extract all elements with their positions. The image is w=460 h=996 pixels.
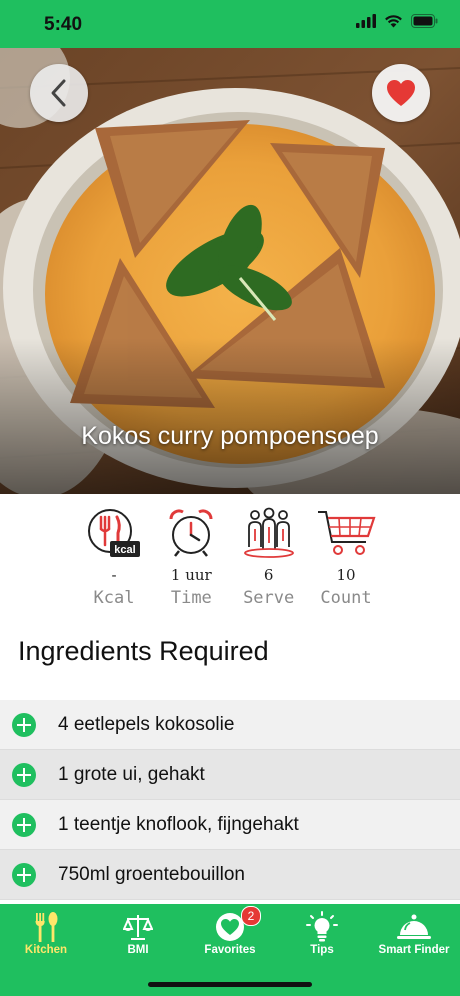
svg-text:kcal: kcal: [114, 544, 135, 556]
ingredient-text: 750ml groentebouillon: [58, 863, 245, 885]
ingredients-title: Ingredients Required: [18, 636, 269, 666]
chevron-left-icon: [51, 79, 66, 107]
list-item[interactable]: 1 teentje knoflook, fijngehakt: [0, 800, 460, 850]
battery-icon: [411, 14, 438, 28]
scale-icon: [123, 915, 153, 940]
signal-icon: [356, 14, 376, 28]
stat-value: 1 uur: [170, 566, 212, 584]
favorite-button[interactable]: [372, 64, 430, 122]
stat-label: Kcal: [93, 588, 135, 608]
ingredient-text: 4 eetlepels kokosolie: [58, 713, 235, 735]
cart-icon: [317, 511, 376, 555]
tab-favorites[interactable]: 2 Favorites: [184, 904, 276, 964]
tab-bmi[interactable]: BMI: [92, 904, 184, 964]
tab-label: Favorites: [204, 944, 256, 956]
recipe-image: Kokos curry pompoensoep: [0, 48, 460, 494]
kcal-icon: kcal: [88, 509, 140, 557]
tab-kitchen[interactable]: Kitchen: [0, 904, 92, 964]
recipe-stats: kcal - Kcal 1 uur Time 6 Serve 10 Count: [80, 506, 380, 616]
stat-label: Count: [320, 588, 372, 608]
plus-icon[interactable]: [12, 712, 36, 737]
stat-value: 10: [336, 566, 356, 584]
stat-serve: 6 Serve: [235, 506, 303, 616]
tab-label: BMI: [127, 944, 149, 956]
heart-icon: [387, 80, 415, 106]
list-item[interactable]: 750ml groentebouillon: [0, 850, 460, 900]
stat-time: 1 uur Time: [157, 506, 225, 616]
tab-tips[interactable]: Tips: [276, 904, 368, 964]
recipe-title: Kokos curry pompoensoep: [81, 422, 379, 450]
wifi-icon: [385, 15, 402, 28]
cloche-icon: [397, 914, 431, 939]
favorites-badge: 2: [241, 906, 261, 926]
ingredient-text: 1 teentje knoflook, fijngehakt: [58, 813, 299, 835]
tab-label: Smart Finder: [378, 944, 450, 956]
stat-label: Serve: [243, 588, 295, 608]
status-time: 5:40: [44, 14, 83, 35]
stat-kcal: kcal - Kcal: [80, 506, 148, 616]
stat-value: 6: [263, 566, 274, 584]
plus-icon[interactable]: [12, 812, 36, 837]
home-indicator[interactable]: [148, 982, 312, 987]
people-icon: [243, 507, 294, 558]
back-button[interactable]: [30, 64, 88, 122]
alarm-clock-icon: [169, 509, 213, 557]
plus-icon[interactable]: [12, 862, 36, 887]
tab-bar: Kitchen BMI 2 Favorites Tips Smart Finde…: [0, 904, 460, 996]
list-item[interactable]: 4 eetlepels kokosolie: [0, 700, 460, 750]
tab-smart-finder[interactable]: Smart Finder: [368, 904, 460, 964]
stat-label: Time: [170, 588, 212, 608]
status-bar: 5:40: [0, 0, 460, 48]
ingredients-list: 4 eetlepels kokosolie 1 grote ui, gehakt…: [0, 700, 460, 900]
fork-spoon-icon: [35, 912, 58, 942]
list-item[interactable]: 1 grote ui, gehakt: [0, 750, 460, 800]
tab-label: Kitchen: [24, 944, 68, 956]
status-icons: [356, 14, 438, 28]
stat-value: -: [111, 566, 117, 584]
plus-icon[interactable]: [12, 762, 36, 787]
stat-count: 10 Count: [312, 506, 380, 616]
ingredient-text: 1 grote ui, gehakt: [58, 763, 205, 785]
tab-label: Tips: [310, 944, 334, 956]
lightbulb-icon: [306, 911, 338, 942]
